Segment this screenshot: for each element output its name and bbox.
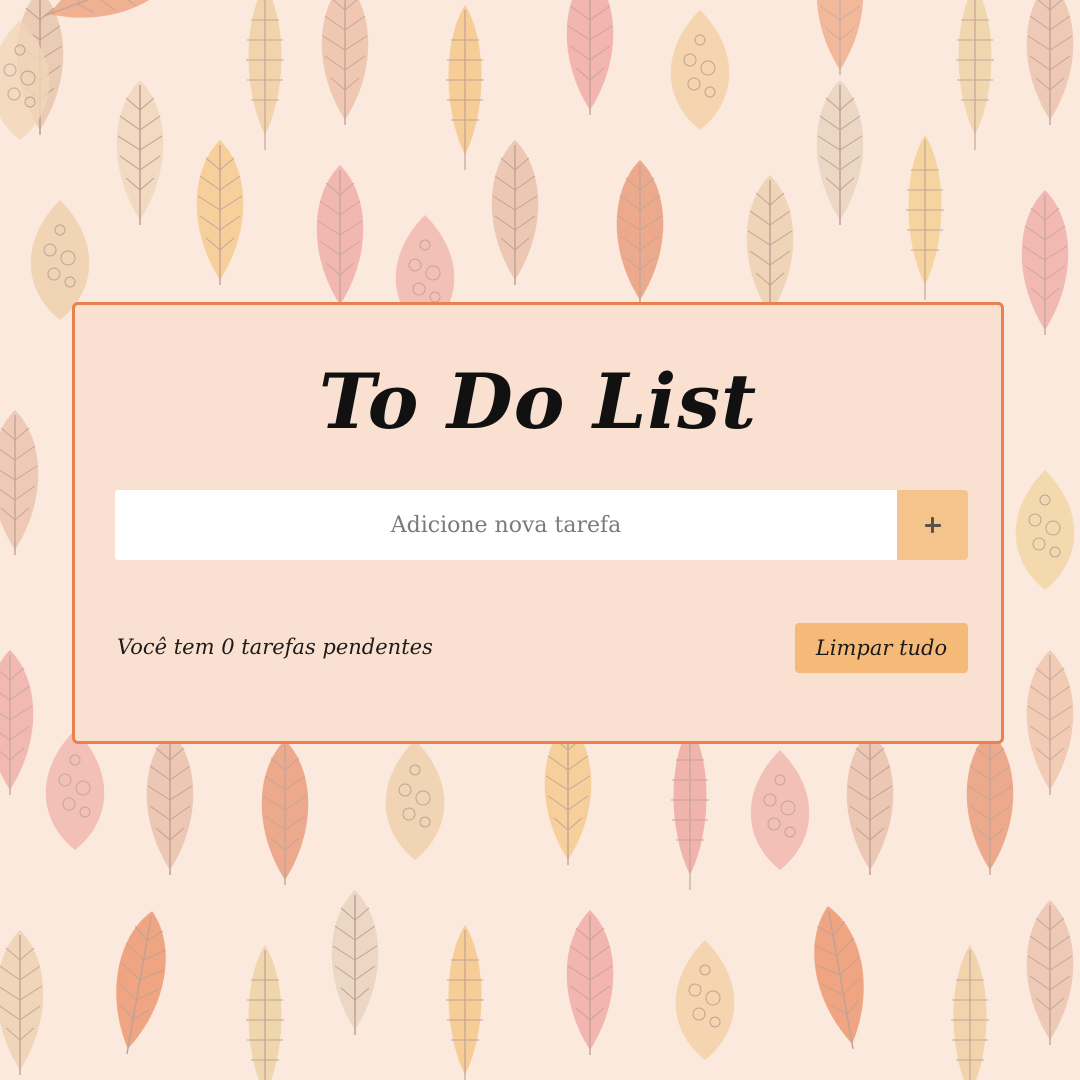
- add-task-button[interactable]: [897, 490, 968, 560]
- plus-icon: [924, 517, 941, 533]
- card-footer: Você tem 0 tarefas pendentes Limpar tudo: [115, 623, 968, 673]
- clear-all-button[interactable]: Limpar tudo: [795, 623, 968, 673]
- add-task-row: [115, 490, 968, 560]
- page-title: To Do List: [318, 357, 758, 446]
- new-task-input[interactable]: [115, 490, 897, 560]
- pending-tasks-count: Você tem 0 tarefas pendentes: [117, 635, 433, 659]
- todo-card: To Do List Você tem 0 tarefas pendentes …: [72, 302, 1004, 744]
